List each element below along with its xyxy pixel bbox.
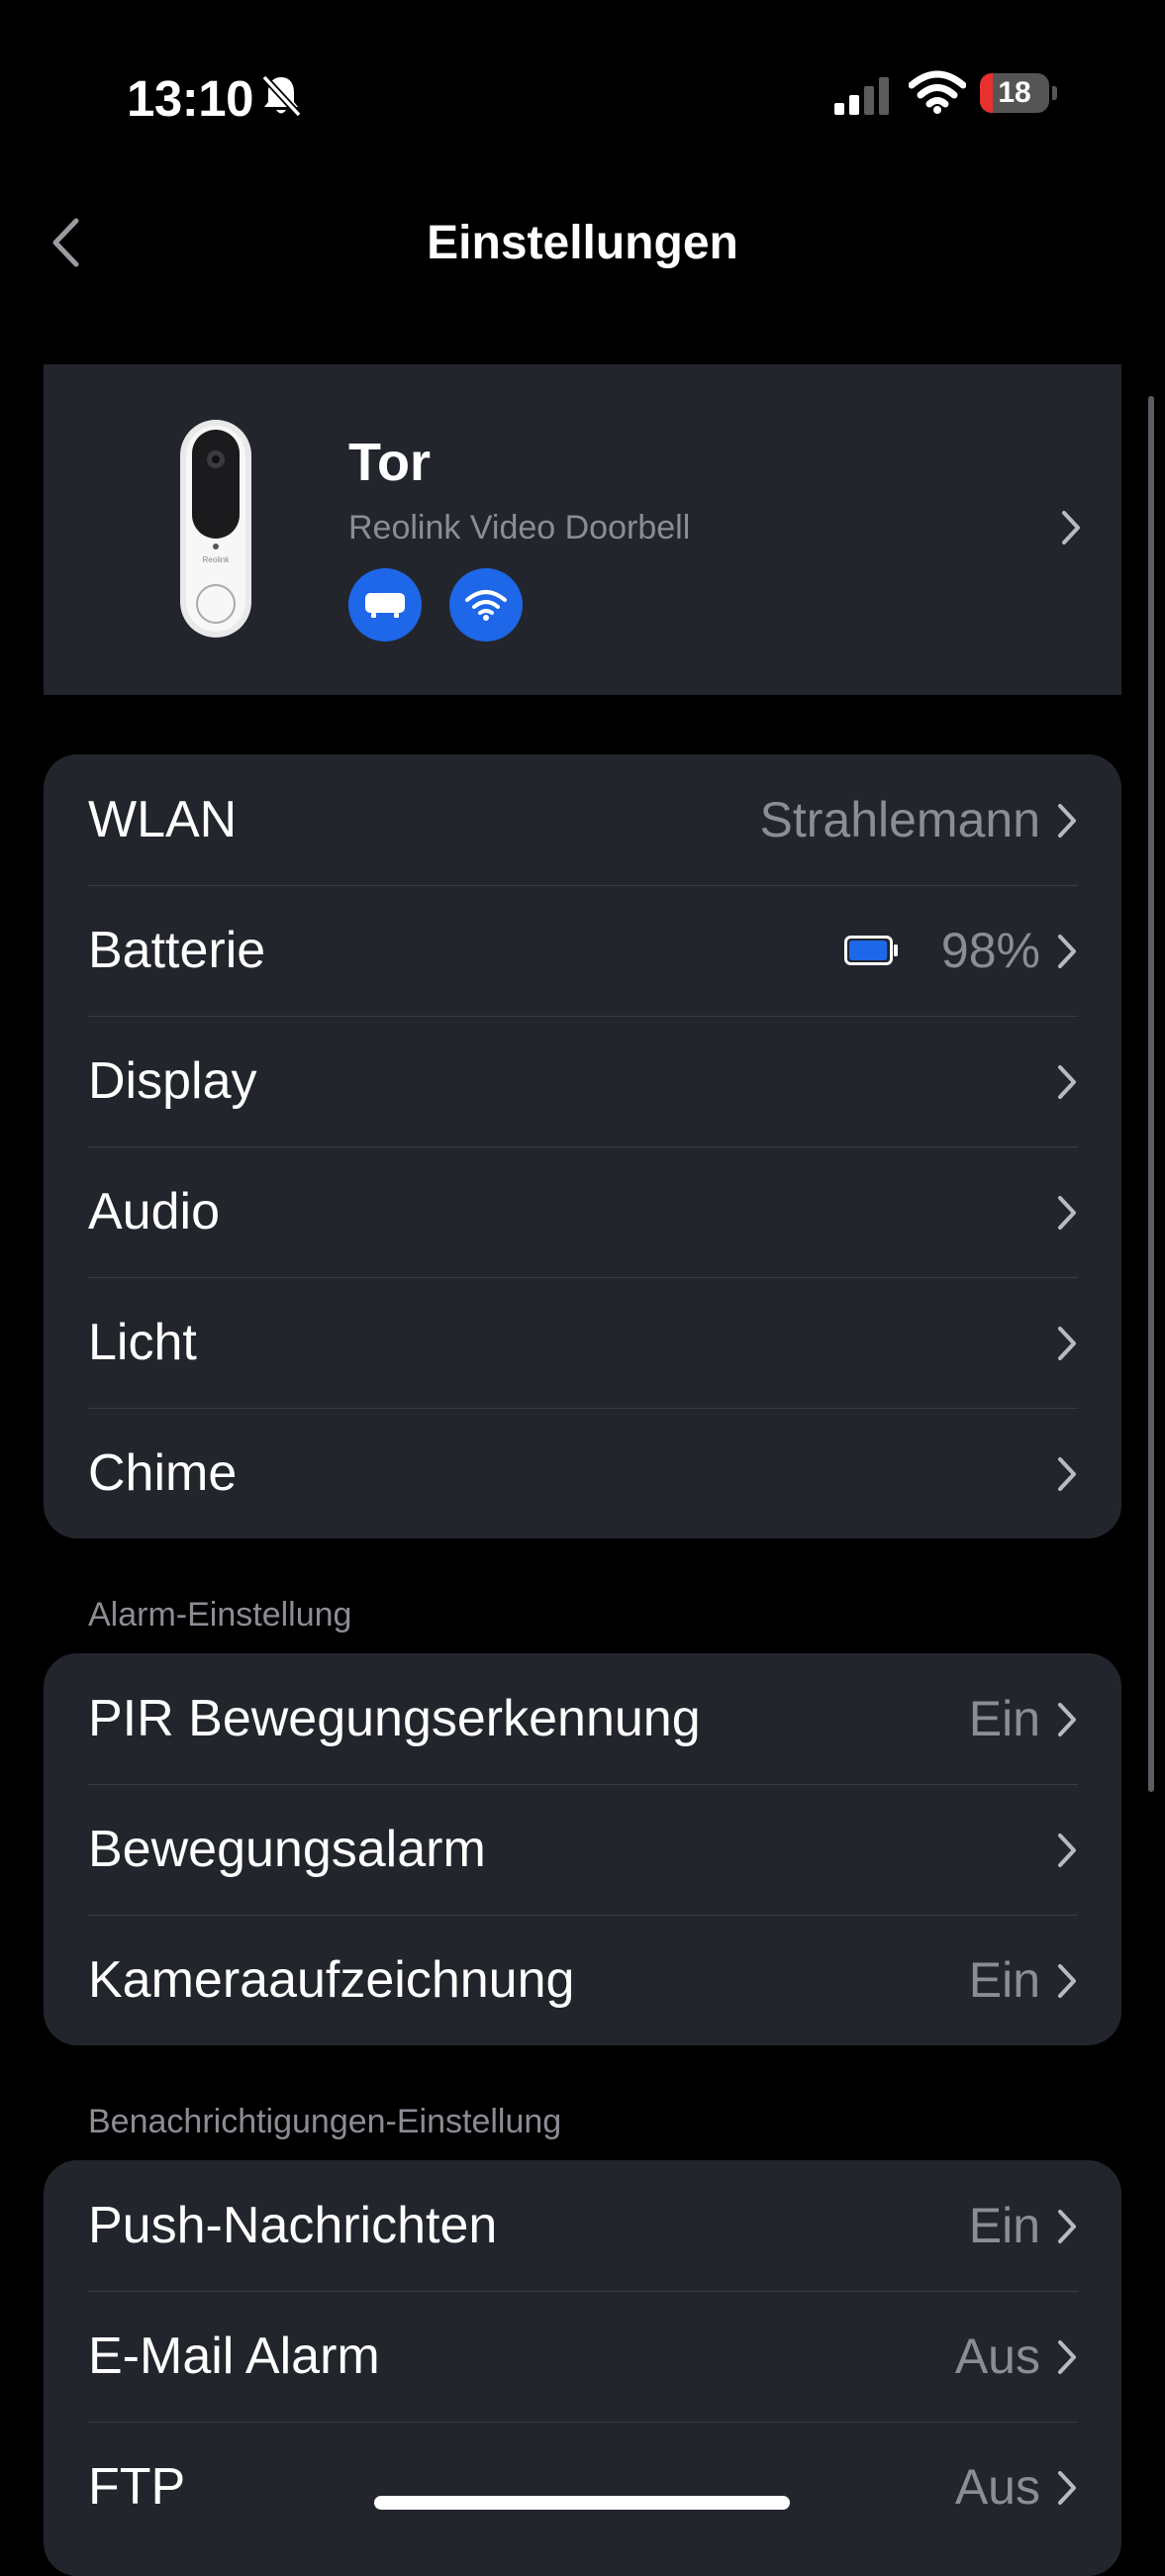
- row-label: Batterie: [88, 922, 266, 979]
- row-label: FTP: [88, 2458, 186, 2516]
- wifi-icon: [909, 70, 966, 114]
- row-label: Bewegungsalarm: [88, 1821, 486, 1878]
- chevron-right-icon: [1058, 1964, 1076, 1998]
- chevron-right-icon: [1058, 1457, 1076, 1491]
- page-title: Einstellungen: [427, 217, 738, 269]
- row-label: Push-Nachrichten: [88, 2197, 498, 2254]
- notifications-section-header: Benachrichtigungen-Einstellung: [88, 2103, 562, 2140]
- chevron-right-icon: [1058, 2210, 1076, 2243]
- email-alarm-row[interactable]: E-Mail Alarm Aus: [44, 2291, 1121, 2422]
- status-time: 13:10: [127, 70, 253, 127]
- ftp-value: Aus: [954, 2459, 1040, 2515]
- wifi-badge: [449, 568, 523, 642]
- ftp-row[interactable]: FTP Aus: [44, 2422, 1121, 2552]
- motion-alarm-row[interactable]: Bewegungsalarm: [44, 1784, 1121, 1915]
- chevron-right-icon: [1058, 804, 1076, 838]
- wlan-row[interactable]: WLAN Strahlemann: [44, 754, 1121, 885]
- general-settings-group: WLAN Strahlemann Batterie 98% Display Au…: [44, 754, 1121, 1538]
- alarm-section-header: Alarm-Einstellung: [88, 1596, 352, 1634]
- bell-slash-icon: [261, 74, 302, 118]
- chime-row[interactable]: Chime: [44, 1408, 1121, 1538]
- chevron-right-icon: [1058, 1833, 1076, 1867]
- row-label: Licht: [88, 1314, 197, 1371]
- audio-row[interactable]: Audio: [44, 1146, 1121, 1277]
- chevron-right-icon: [1058, 935, 1076, 968]
- home-indicator[interactable]: [374, 2496, 790, 2510]
- row-label: Audio: [88, 1183, 220, 1240]
- hub-icon: [365, 593, 405, 618]
- row-label: PIR Bewegungserkennung: [88, 1690, 701, 1747]
- cellular-signal-icon: [834, 77, 889, 115]
- wlan-value: Strahlemann: [759, 792, 1041, 847]
- chevron-right-icon: [1062, 511, 1080, 545]
- row-label: WLAN: [88, 791, 238, 848]
- doorbell-image: Reolink: [180, 420, 251, 638]
- recording-value: Ein: [968, 1952, 1040, 2008]
- light-row[interactable]: Licht: [44, 1277, 1121, 1408]
- battery-icon: [844, 936, 898, 965]
- battery-level: 18: [998, 76, 1031, 109]
- row-label: Kameraaufzeichnung: [88, 1951, 575, 2009]
- scrollbar[interactable]: [1148, 396, 1154, 1792]
- svg-text:Reolink: Reolink: [203, 555, 231, 564]
- battery-value: 98%: [940, 923, 1040, 978]
- chevron-right-icon: [1058, 1703, 1076, 1736]
- display-row[interactable]: Display: [44, 1016, 1121, 1146]
- device-card[interactable]: Reolink Tor Reolink Video Doorbell: [44, 364, 1121, 695]
- chevron-right-icon: [1058, 1065, 1076, 1099]
- wifi-icon: [465, 590, 507, 621]
- row-label: E-Mail Alarm: [88, 2328, 380, 2385]
- device-model: Reolink Video Doorbell: [348, 509, 691, 546]
- chevron-right-icon: [1058, 1327, 1076, 1360]
- email-value: Aus: [954, 2328, 1040, 2384]
- battery-row[interactable]: Batterie 98%: [44, 885, 1121, 1016]
- hub-badge: [348, 568, 422, 642]
- row-label: Chime: [88, 1444, 238, 1502]
- push-value: Ein: [968, 2198, 1040, 2253]
- push-notifications-row[interactable]: Push-Nachrichten Ein: [44, 2160, 1121, 2291]
- camera-recording-row[interactable]: Kameraaufzeichnung Ein: [44, 1915, 1121, 2045]
- pir-motion-row[interactable]: PIR Bewegungserkennung Ein: [44, 1653, 1121, 1784]
- row-label: Display: [88, 1052, 257, 1110]
- battery-icon: 18: [980, 73, 1059, 115]
- notification-settings-group: Push-Nachrichten Ein E-Mail Alarm Aus FT…: [44, 2160, 1121, 2576]
- pir-value: Ein: [968, 1691, 1040, 1746]
- alarm-settings-group: PIR Bewegungserkennung Ein Bewegungsalar…: [44, 1653, 1121, 2045]
- chevron-right-icon: [1058, 2340, 1076, 2374]
- device-name: Tor: [348, 433, 431, 492]
- chevron-right-icon: [1058, 1196, 1076, 1230]
- chevron-right-icon: [1058, 2471, 1076, 2505]
